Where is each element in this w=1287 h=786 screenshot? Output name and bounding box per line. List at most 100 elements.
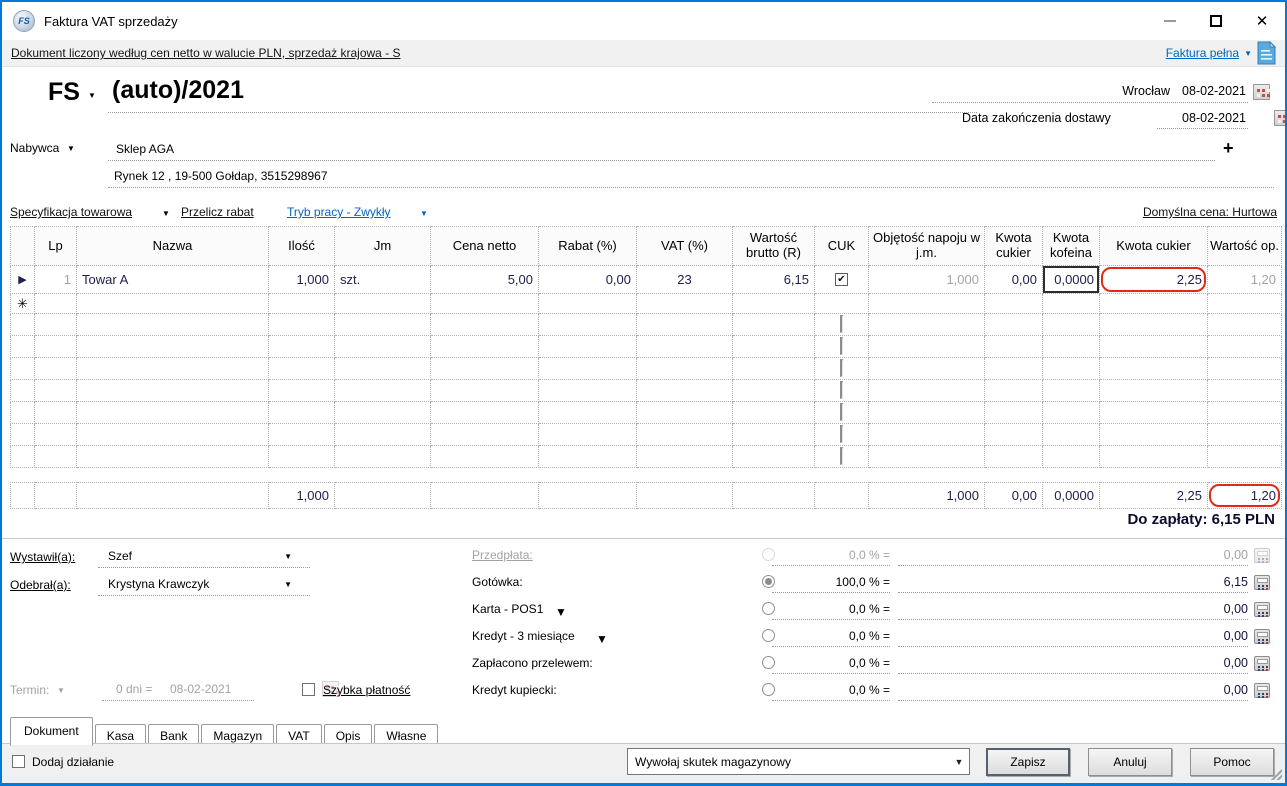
invoice-type-dropdown-icon[interactable]: ▼ xyxy=(1244,49,1252,58)
work-mode-dropdown-icon[interactable]: ▼ xyxy=(420,209,428,218)
default-price-link[interactable]: Domyślna cena: Hurtowa xyxy=(1143,205,1277,219)
save-button[interactable]: Zapisz xyxy=(986,748,1070,776)
summary-packaging-value: 1,20 xyxy=(1250,488,1276,503)
new-row-icon: ✳ xyxy=(17,295,28,311)
add-action-checkbox[interactable] xyxy=(12,755,25,768)
add-buyer-icon[interactable]: + xyxy=(1223,139,1234,157)
buyer-address-field[interactable]: Rynek 12 , 19-500 Gołdap, 3515298967 xyxy=(108,165,1274,188)
bottom-tabs: Dokument Kasa Bank Magazyn VAT Opis Własne xyxy=(10,717,440,749)
cell-sugar[interactable]: 0,00 xyxy=(984,265,1043,294)
payment-percent-field[interactable]: 0,0 % = xyxy=(772,599,890,620)
col-kwota-cukier-2: Kwota cukier xyxy=(1099,226,1208,266)
payment-label[interactable]: Kredyt - 3 miesiące xyxy=(472,629,575,643)
total-due-value: 6,15 PLN xyxy=(1211,511,1275,528)
empty-row xyxy=(10,313,1282,336)
delivery-date-field[interactable]: 08-02-2021 xyxy=(1157,107,1248,129)
summary-row: 1,000 1,000 0,00 0,0000 2,25 1,20 xyxy=(10,482,1282,509)
minimize-button[interactable] xyxy=(1147,2,1193,40)
document-rule-link[interactable]: Dokument liczony według cen netto w walu… xyxy=(11,46,401,60)
buyer-label[interactable]: Nabywca xyxy=(10,141,59,155)
col-kwota-cukier: Kwota cukier xyxy=(984,226,1043,266)
help-button[interactable]: Pomoc xyxy=(1190,748,1274,776)
calculator-icon[interactable] xyxy=(1254,629,1270,644)
calculator-icon[interactable] xyxy=(1254,656,1270,671)
buyer-name: Sklep AGA xyxy=(116,142,175,156)
items-table: Lp Nazwa Ilość Jm Cena netto Rabat (%) V… xyxy=(10,226,1282,468)
document-number-field[interactable]: (auto)/2021 xyxy=(108,76,977,113)
cell-cuk[interactable]: ✔ xyxy=(814,265,869,294)
payment-row-gotowka: Gotówka: 100,0 % = 6,15 xyxy=(2,572,1285,596)
cell-vat[interactable]: 23 xyxy=(636,265,733,294)
calculator-icon[interactable] xyxy=(1254,683,1270,698)
cuk-checkbox-empty xyxy=(840,315,843,333)
info-bar: Dokument liczony według cen netto w walu… xyxy=(2,40,1285,67)
card-dropdown-icon[interactable]: ▼ xyxy=(555,605,567,619)
issue-city: Wrocław xyxy=(1122,84,1170,98)
table-header-row: Lp Nazwa Ilość Jm Cena netto Rabat (%) V… xyxy=(10,226,1282,266)
warehouse-effect-value: Wywołaj skutek magazynowy xyxy=(635,754,791,769)
cell-volume: 1,000 xyxy=(868,265,985,294)
current-row-icon: ▶ xyxy=(18,274,27,286)
payment-percent-field[interactable]: 0,0 % = xyxy=(772,680,890,701)
cell-gross[interactable]: 6,15 xyxy=(732,265,815,294)
issue-date-calendar-icon[interactable] xyxy=(1253,84,1270,100)
credit-dropdown-icon[interactable]: ▼ xyxy=(596,632,608,646)
work-mode-link[interactable]: Tryb pracy - Zwykły xyxy=(287,205,391,219)
document-icon[interactable] xyxy=(1257,41,1276,65)
summary-caffeine: 0,0000 xyxy=(1042,482,1100,509)
window-title: Faktura VAT sprzedaży xyxy=(44,13,178,29)
cell-caffeine-focused[interactable]: 0,0000 xyxy=(1042,265,1100,294)
col-cuk: CUK xyxy=(814,226,869,266)
payment-label[interactable]: Przedpłata: xyxy=(472,548,533,562)
add-action-label[interactable]: Dodaj działanie xyxy=(32,755,114,769)
summary-sugar2: 2,25 xyxy=(1099,482,1208,509)
payment-label[interactable]: Karta - POS1 xyxy=(472,602,543,616)
warehouse-effect-select[interactable]: Wywołaj skutek magazynowy ▼ xyxy=(627,748,970,775)
payment-percent-field[interactable]: 0,0 % = xyxy=(772,626,890,647)
item-row: ▶ 1 Towar A 1,000 szt. 5,00 0,00 23 6,15… xyxy=(10,265,1282,294)
cell-quantity[interactable]: 1,000 xyxy=(268,265,335,294)
delivery-date-calendar-icon[interactable] xyxy=(1274,110,1285,126)
specification-dropdown-icon[interactable]: ▼ xyxy=(162,209,170,218)
payment-label: Zapłacono przelewem: xyxy=(472,656,593,670)
calculator-icon[interactable] xyxy=(1254,575,1270,590)
calculator-icon[interactable] xyxy=(1254,602,1270,617)
payment-percent-field[interactable]: 0,0 % = xyxy=(772,653,890,674)
issue-place-date-field[interactable]: Wrocław 08-02-2021 xyxy=(932,82,1248,103)
empty-row xyxy=(10,423,1282,446)
tab-dokument[interactable]: Dokument xyxy=(10,717,93,746)
empty-row xyxy=(10,379,1282,402)
cell-sugar2-highlighted[interactable]: 2,25 xyxy=(1099,265,1208,294)
cuk-checkbox-checked[interactable]: ✔ xyxy=(835,273,848,286)
payment-amount-field[interactable]: 0,00 xyxy=(898,599,1248,620)
cell-name[interactable]: Towar A xyxy=(76,265,269,294)
recalculate-discount-link[interactable]: Przelicz rabat xyxy=(181,205,254,219)
document-symbol[interactable]: FS xyxy=(48,78,80,107)
cuk-checkbox-empty xyxy=(840,337,843,355)
cell-discount[interactable]: 0,00 xyxy=(538,265,637,294)
payment-amount-field[interactable]: 0,00 xyxy=(898,653,1248,674)
buyer-name-field[interactable]: Sklep AGA xyxy=(108,138,1215,161)
invoice-type-link[interactable]: Faktura pełna xyxy=(1166,46,1239,60)
document-number: (auto)/2021 xyxy=(112,76,244,104)
cancel-button[interactable]: Anuluj xyxy=(1088,748,1172,776)
col-cena-netto: Cena netto xyxy=(430,226,539,266)
buyer-address: Rynek 12 , 19-500 Gołdap, 3515298967 xyxy=(114,169,328,183)
col-vat: VAT (%) xyxy=(636,226,733,266)
col-objetosc: Objętość napoju w j.m. xyxy=(868,226,985,266)
payment-amount-field[interactable]: 0,00 xyxy=(898,680,1248,701)
maximize-button[interactable] xyxy=(1193,2,1239,40)
document-symbol-dropdown-icon[interactable]: ▼ xyxy=(88,91,96,100)
payment-label: Gotówka: xyxy=(472,575,523,589)
payment-amount-field[interactable]: 6,15 xyxy=(898,572,1248,593)
maximize-icon xyxy=(1210,15,1222,27)
cell-unit[interactable]: szt. xyxy=(334,265,431,294)
app-gt-icon: FS xyxy=(13,10,35,32)
cell-net-price[interactable]: 5,00 xyxy=(430,265,539,294)
buyer-dropdown-icon[interactable]: ▼ xyxy=(67,144,75,153)
close-button[interactable]: ✕ xyxy=(1239,2,1285,40)
new-item-row[interactable]: ✳ xyxy=(10,293,1282,314)
payment-percent-field[interactable]: 100,0 % = xyxy=(772,572,890,593)
specification-menu[interactable]: Specyfikacja towarowa xyxy=(10,205,132,219)
payment-amount-field[interactable]: 0,00 xyxy=(898,626,1248,647)
